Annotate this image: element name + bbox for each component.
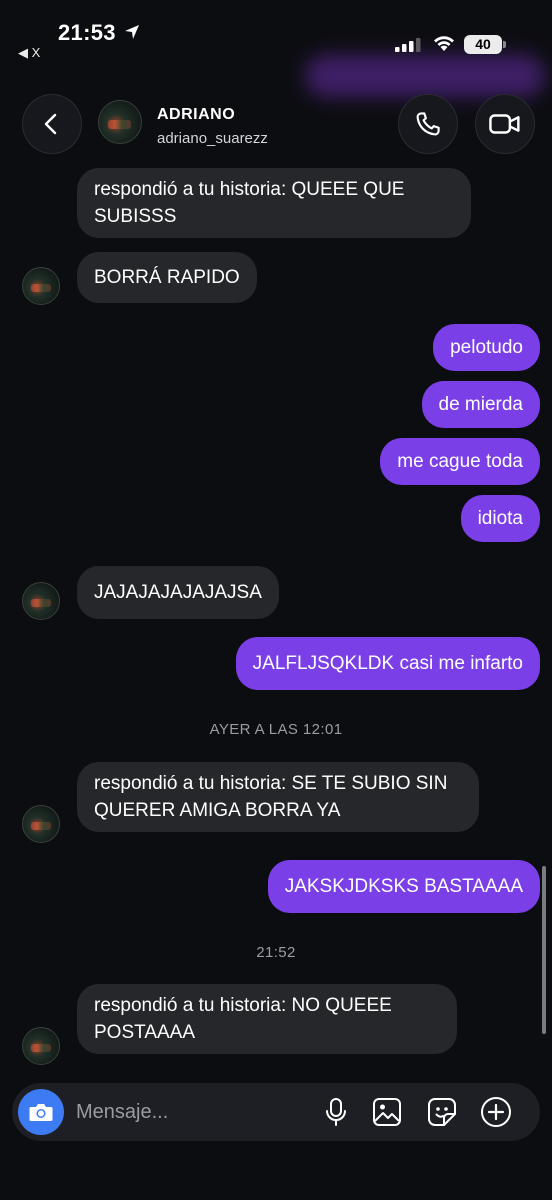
message-incoming[interactable]: JAJAJAJAJAJAJSA [77, 566, 279, 619]
battery-icon: 40 [464, 35, 506, 54]
cellular-signal-icon [395, 38, 423, 57]
wifi-icon [432, 34, 456, 57]
message-incoming-story-reply[interactable]: respondió a tu historia: QUEEE QUE SUBIS… [77, 168, 471, 238]
sticker-icon [428, 1098, 456, 1126]
back-chevron-icon [44, 113, 57, 135]
gallery-button[interactable] [371, 1096, 403, 1128]
chat-header: ADRIANO adriano_suarezz [0, 88, 552, 160]
video-camera-icon [489, 114, 520, 134]
message-outgoing[interactable]: JALFLJSQKLDK casi me infarto [235, 637, 540, 690]
contact-name[interactable]: ADRIANO [157, 106, 235, 124]
phone-icon [416, 112, 440, 136]
camera-button[interactable] [18, 1089, 64, 1135]
message-input[interactable] [76, 1097, 296, 1127]
contact-avatar[interactable] [98, 100, 142, 144]
video-call-button[interactable] [475, 94, 535, 154]
message-outgoing[interactable]: de mierda [421, 381, 540, 428]
sender-avatar[interactable] [22, 1027, 60, 1065]
timestamp-divider: AYER A LAS 12:01 [209, 721, 343, 738]
sender-avatar[interactable] [22, 267, 60, 305]
add-icon [481, 1097, 511, 1127]
message-outgoing[interactable]: me cague toda [380, 438, 540, 485]
timestamp-divider: 21:52 [256, 944, 296, 961]
microphone-icon [326, 1098, 346, 1126]
status-time: 21:53 [58, 20, 116, 45]
message-incoming-story-reply[interactable]: respondió a tu historia: NO QUEEE POSTAA… [77, 984, 457, 1054]
back-button[interactable] [22, 94, 82, 154]
camera-icon [29, 1104, 53, 1121]
sender-avatar[interactable] [22, 805, 60, 843]
message-outgoing[interactable]: idiota [460, 495, 540, 542]
back-to-app-link[interactable]: ◀ X [18, 45, 40, 61]
message-outgoing[interactable]: pelotudo [433, 324, 540, 371]
sender-avatar[interactable] [22, 582, 60, 620]
microphone-button[interactable] [320, 1096, 352, 1128]
voice-call-button[interactable] [398, 94, 458, 154]
message-outgoing[interactable]: JAKSKJDKSKS BASTAAAA [267, 860, 540, 913]
sticker-button[interactable] [426, 1096, 458, 1128]
gallery-icon [373, 1098, 401, 1126]
contact-username[interactable]: adriano_suarezz [157, 130, 268, 147]
add-button[interactable] [480, 1096, 512, 1128]
scrollbar[interactable] [542, 866, 546, 1034]
message-incoming[interactable]: BORRÁ RAPIDO [77, 252, 257, 303]
status-bar: 21:53 ◀ X 40 [0, 0, 552, 97]
message-composer [12, 1083, 540, 1141]
location-arrow-icon [124, 24, 140, 45]
message-incoming-story-reply[interactable]: respondió a tu historia: SE TE SUBIO SIN… [77, 762, 479, 832]
